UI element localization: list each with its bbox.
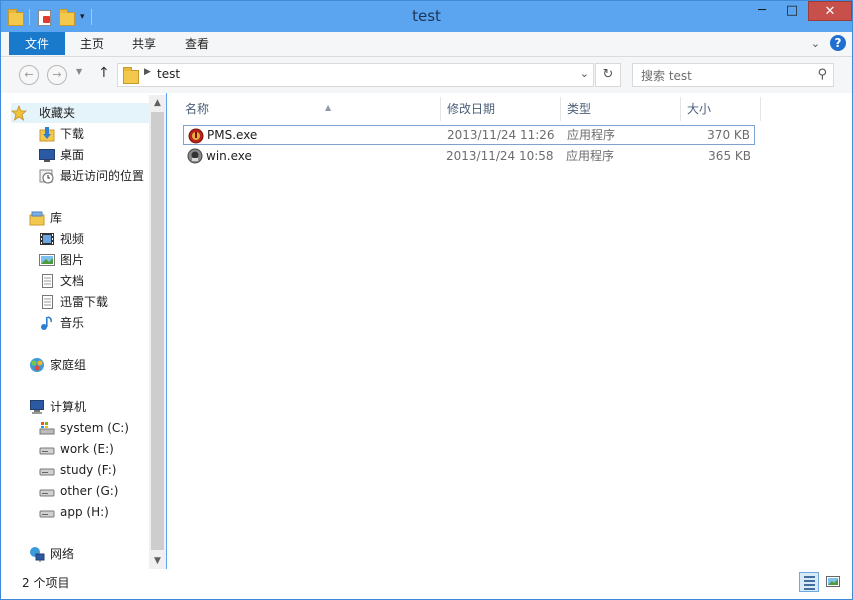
search-icon[interactable]: ⚲ bbox=[817, 67, 827, 82]
music-icon bbox=[39, 315, 55, 331]
pictures-icon bbox=[39, 252, 55, 268]
status-bar: 2 个项目 bbox=[1, 569, 852, 599]
documents-icon bbox=[39, 294, 55, 310]
drive-icon bbox=[39, 462, 55, 478]
navigation-bar: ← → ▼ ↑ ▶ test ⌄ ↻ ⚲ bbox=[1, 57, 852, 93]
system-drive-icon bbox=[39, 420, 55, 436]
downloads-icon bbox=[39, 126, 55, 142]
address-dropdown-icon[interactable]: ⌄ bbox=[580, 67, 589, 80]
ribbon-tabs: 文件 主页 共享 查看 ⌄ ? bbox=[1, 32, 852, 57]
folder-icon bbox=[122, 67, 139, 84]
column-header-date[interactable]: 修改日期 bbox=[447, 97, 495, 121]
title-bar: ▾ test ─ □ ✕ bbox=[1, 1, 852, 32]
drive-icon bbox=[39, 504, 55, 520]
column-divider[interactable] bbox=[440, 97, 441, 121]
help-icon[interactable]: ? bbox=[830, 35, 846, 51]
videos-icon bbox=[39, 231, 55, 247]
forward-button[interactable]: → bbox=[47, 65, 67, 85]
tab-share[interactable]: 共享 bbox=[119, 32, 169, 56]
large-icons-view-icon bbox=[826, 576, 840, 587]
libraries-icon bbox=[29, 210, 45, 226]
refresh-button[interactable]: ↻ bbox=[595, 63, 621, 87]
column-divider[interactable] bbox=[560, 97, 561, 121]
drive-icon bbox=[39, 441, 55, 457]
large-icons-view-button[interactable] bbox=[823, 572, 843, 592]
computer-icon bbox=[29, 399, 45, 415]
address-bar[interactable]: ▶ test ⌄ bbox=[117, 63, 594, 87]
explorer-window: ▾ test ─ □ ✕ 文件 主页 共享 查看 ⌄ ? ← → ▼ ↑ ▶ t… bbox=[0, 0, 853, 600]
details-view-button[interactable] bbox=[799, 572, 819, 592]
drive-icon bbox=[39, 483, 55, 499]
window-title: test bbox=[412, 7, 441, 25]
breadcrumb-current[interactable]: test bbox=[157, 67, 180, 81]
breadcrumb-chevron-icon[interactable]: ▶ bbox=[144, 67, 151, 77]
tab-file[interactable]: 文件 bbox=[9, 32, 66, 55]
search-input[interactable] bbox=[639, 67, 813, 85]
column-header-name[interactable]: 名称 ▲ bbox=[185, 97, 440, 121]
file-list: 名称 ▲ 修改日期 类型 大小 PMS.exe 2013/11/24 11:26… bbox=[167, 93, 852, 569]
tab-home[interactable]: 主页 bbox=[67, 32, 117, 56]
item-count: 2 个项目 bbox=[22, 576, 70, 590]
close-button[interactable]: ✕ bbox=[808, 1, 852, 21]
column-header-type[interactable]: 类型 bbox=[567, 97, 591, 121]
scroll-down-icon[interactable]: ▼ bbox=[149, 553, 166, 569]
win-app-icon bbox=[187, 148, 203, 164]
navigation-pane: 收藏夹 下载 桌面 最近访问的位置 库 视频 图片 文档 迅雷下载 音乐 家庭组… bbox=[1, 93, 166, 569]
network-icon bbox=[29, 546, 45, 562]
column-header-size[interactable]: 大小 bbox=[687, 97, 711, 121]
maximize-button[interactable]: □ bbox=[778, 1, 806, 21]
recent-locations-icon[interactable]: ▼ bbox=[76, 67, 82, 76]
up-button[interactable]: ↑ bbox=[98, 65, 110, 81]
recent-places-icon bbox=[39, 168, 55, 184]
scrollbar-thumb[interactable] bbox=[151, 112, 164, 550]
file-row[interactable]: PMS.exe 2013/11/24 11:26 应用程序 370 KB bbox=[183, 125, 755, 145]
column-divider[interactable] bbox=[760, 97, 761, 121]
back-button[interactable]: ← bbox=[19, 65, 39, 85]
sort-ascending-icon: ▲ bbox=[325, 103, 332, 112]
nav-favorites[interactable]: 收藏夹 bbox=[10, 103, 149, 123]
desktop-icon bbox=[39, 147, 55, 163]
pms-app-icon bbox=[188, 128, 204, 144]
star-icon bbox=[10, 104, 28, 121]
file-row[interactable]: win.exe 2013/11/24 10:58 应用程序 365 KB bbox=[183, 146, 755, 166]
nav-pane-scrollbar[interactable]: ▲ ▼ bbox=[149, 95, 166, 569]
expand-ribbon-icon[interactable]: ⌄ bbox=[811, 37, 820, 50]
search-box[interactable]: ⚲ bbox=[632, 63, 834, 87]
tab-view[interactable]: 查看 bbox=[172, 32, 222, 56]
column-divider[interactable] bbox=[680, 97, 681, 121]
ribbon-controls: ⌄ ? bbox=[811, 35, 846, 51]
homegroup-icon bbox=[29, 357, 45, 373]
documents-icon bbox=[39, 273, 55, 289]
scroll-up-icon[interactable]: ▲ bbox=[149, 95, 166, 111]
minimize-button[interactable]: ─ bbox=[748, 1, 776, 21]
